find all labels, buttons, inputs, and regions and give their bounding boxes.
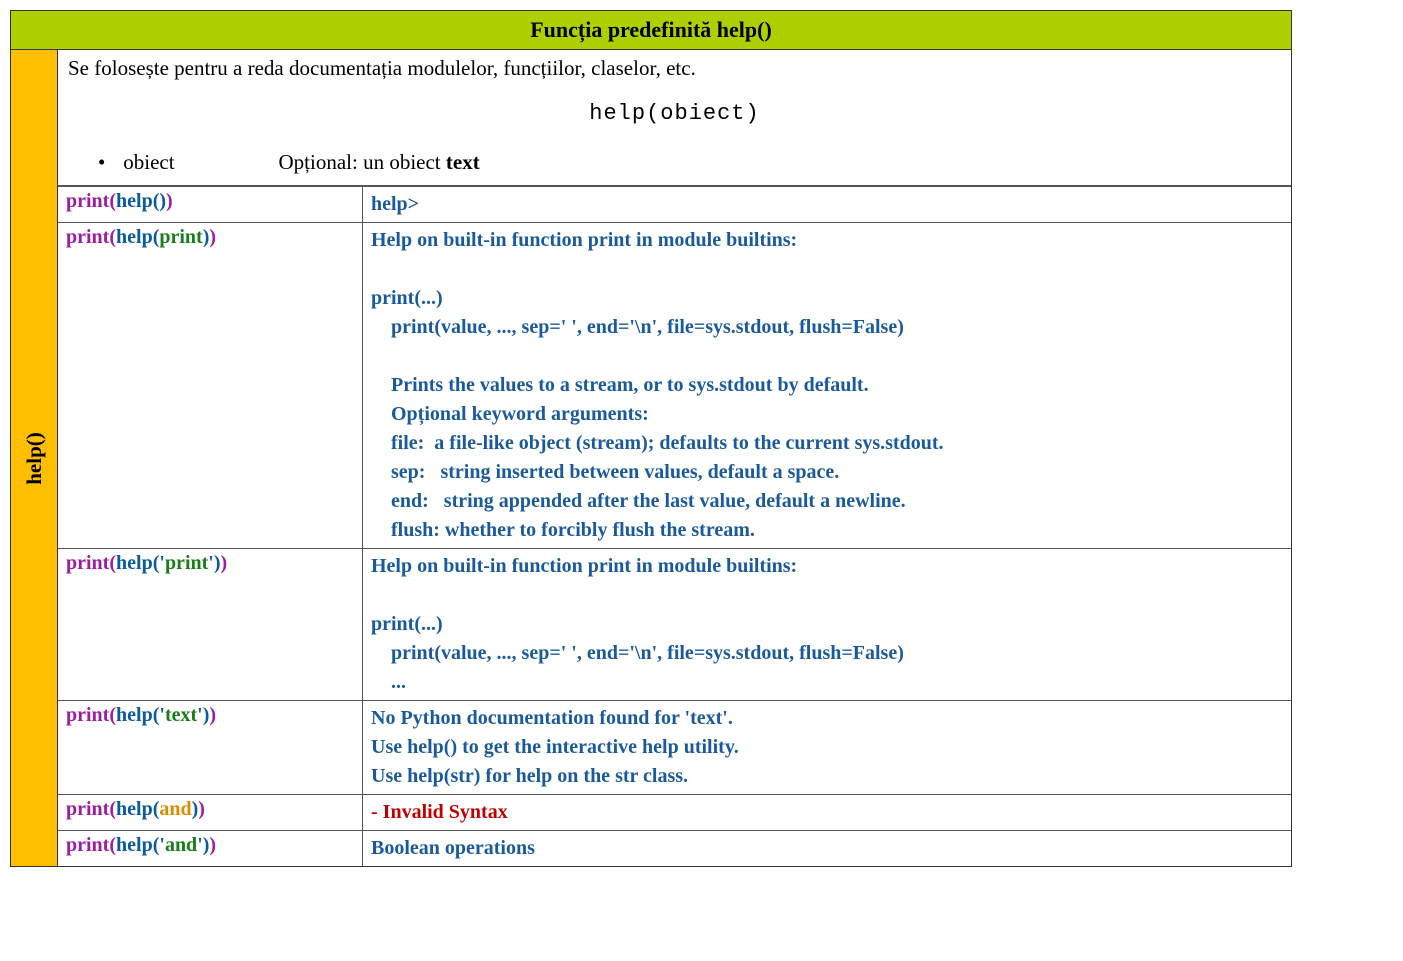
code-cell: print(help()) [58,187,363,223]
table-row: print(help(and)) - Invalid Syntax [58,795,1291,831]
side-label: help() [22,432,47,485]
intro-block: Se folosește pentru a reda documentația … [58,50,1291,186]
output-cell: Boolean operations [363,831,1292,867]
param-name: obiect [123,150,273,175]
code-cell: print(help(print)) [58,223,363,549]
param-line: • obiect Opțional: un obiect text [98,150,1281,175]
output-text: - Invalid Syntax [371,798,1283,827]
output-cell: Help on built-in function print in modul… [363,223,1292,549]
table-row: print(help('text'))No Python documentati… [58,701,1291,795]
code-cell: print(help('print')) [58,549,363,701]
output-cell: help> [363,187,1292,223]
code-cell: print(help('text')) [58,701,363,795]
output-text: No Python documentation found for 'text'… [371,704,1283,791]
content-area: Se folosește pentru a reda documentația … [58,50,1291,866]
page-title: Funcția predefinită help() [530,17,772,42]
table-row: print(help('and')) Boolean operations [58,831,1291,867]
side-label-cell: help() [11,50,58,866]
param-desc-prefix: Opțional: un obiect [279,150,446,174]
table-row: print(help('print'))Help on built-in fun… [58,549,1291,701]
output-text: Help on built-in function print in modul… [371,552,1283,697]
param-desc-bold: text [446,150,480,174]
examples-table: print(help()) help> print(help(print))Help… [58,186,1291,866]
syntax-line: help(obiect) [68,101,1281,126]
document-table: Funcția predefinită help() help() Se fol… [10,10,1292,867]
bullet-icon: • [98,150,118,175]
output-text: Help on built-in function print in modul… [371,226,1283,545]
table-row: print(help()) help> [58,187,1291,223]
code-cell: print(help('and')) [58,831,363,867]
output-text: Boolean operations [371,834,1283,863]
code-cell: print(help(and)) [58,795,363,831]
table-row: print(help(print))Help on built-in funct… [58,223,1291,549]
output-cell: No Python documentation found for 'text'… [363,701,1292,795]
output-cell: - Invalid Syntax [363,795,1292,831]
intro-description: Se folosește pentru a reda documentația … [68,56,1281,81]
title-bar: Funcția predefinită help() [11,11,1291,50]
output-cell: Help on built-in function print in modul… [363,549,1292,701]
output-text: help> [371,190,1283,219]
